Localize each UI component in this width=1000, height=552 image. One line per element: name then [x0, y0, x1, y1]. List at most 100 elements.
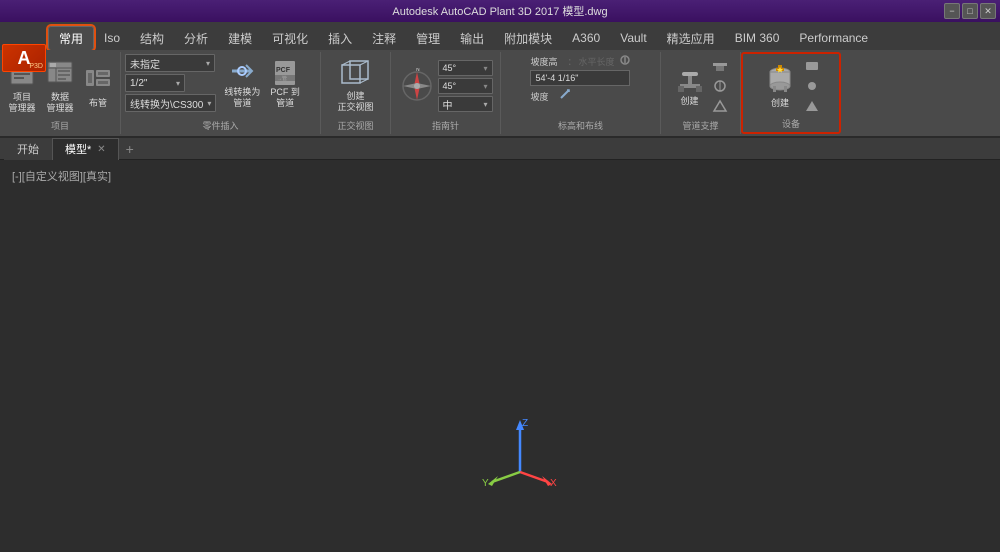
btn-创建正交视图[interactable]: 创建正交视图 — [333, 57, 377, 115]
btn-pcf-label: PCF 到管道 — [270, 87, 300, 109]
tab-model[interactable]: 模型* ✕ — [52, 138, 119, 160]
axis-widget: Z X Y — [480, 412, 560, 492]
svg-text:X: X — [550, 478, 557, 489]
tab-附加模块[interactable]: 附加模块 — [494, 26, 562, 50]
slope-label: 坡度 — [530, 90, 555, 103]
parts-combo-row3: 线转换为\CS300 ▾ — [125, 94, 216, 112]
elev-row-top: 坡度高 ： 水平长度 — [530, 54, 630, 68]
tab-start[interactable]: 开始 — [4, 138, 52, 160]
window-controls[interactable]: − □ ✕ — [944, 3, 996, 19]
tab-a360[interactable]: A360 — [562, 26, 610, 50]
group-正交视图-label: 正交视图 — [321, 119, 390, 132]
svg-text:Z: Z — [522, 418, 528, 429]
minimize-button[interactable]: − — [944, 3, 960, 19]
group-标高布线: 坡度高 ： 水平长度 54'-4 1/16" 坡度 — [501, 52, 661, 134]
tab-bar: 开始 模型* ✕ + — [0, 138, 1000, 160]
app-button[interactable]: A P3D — [2, 44, 46, 72]
tab-vault[interactable]: Vault — [610, 26, 656, 50]
pcf-icon: PCF →管 — [271, 57, 299, 87]
pipe-support-icon — [676, 66, 704, 96]
spec-dropdown[interactable]: 未指定 ▾ — [125, 54, 215, 72]
elev-row-value: 54'-4 1/16" — [530, 70, 630, 86]
ribbon-panel: 项目管理器 数据管理器 — [0, 50, 1000, 138]
btn-创建管道支撑-label: 创建 — [680, 96, 698, 107]
elevation-section: 坡度高 ： 水平长度 54'-4 1/16" 坡度 — [530, 54, 630, 118]
btn-线转换为管道[interactable]: 线转换为管道 — [220, 55, 264, 111]
sep-line: ： — [567, 55, 576, 68]
btn-线转换为管道-label: 线转换为管道 — [224, 87, 260, 109]
group-指南针: N 45° ▾ 45° ▾ 中 ▾ 指南针 — [391, 52, 501, 134]
line-value: 线转换为\CS300 — [130, 96, 203, 111]
compass-view-value: 中 — [443, 97, 453, 112]
group-正交视图: 创建正交视图 正交视图 — [321, 52, 391, 134]
equipment-icon — [764, 64, 796, 98]
pipe-convert-icon — [228, 57, 256, 87]
angle-inputs: 45° ▾ 45° ▾ 中 ▾ — [438, 60, 493, 112]
group-指南针-label: 指南针 — [391, 119, 500, 132]
btn-创建设备-label: 创建 — [771, 98, 789, 109]
svg-text:PCF: PCF — [276, 67, 291, 74]
btn-数据管理器[interactable]: 数据管理器 — [42, 56, 78, 116]
line-dropdown[interactable]: 线转换为\CS300 ▾ — [125, 94, 216, 112]
btn-创建正交视图-label: 创建正交视图 — [337, 91, 373, 113]
elevation-value[interactable]: 54'-4 1/16" — [530, 70, 630, 86]
btn-创建管道支撑[interactable]: 创建 — [672, 64, 708, 109]
group-标高布线-label: 标高和布线 — [501, 119, 660, 132]
parts-combo-row1: 未指定 ▾ — [125, 54, 216, 72]
btn-布管-label: 布管 — [89, 98, 107, 109]
tab-performance[interactable]: Performance — [789, 26, 878, 50]
tab-插入[interactable]: 插入 — [318, 26, 362, 50]
tab-注释[interactable]: 注释 — [362, 26, 406, 50]
btn-equipment-2[interactable] — [802, 77, 822, 95]
btn-equipment-1[interactable] — [802, 57, 822, 75]
tab-建模[interactable]: 建模 — [218, 26, 262, 50]
btn-创建设备[interactable]: 创建 — [760, 62, 800, 111]
tab-bim360[interactable]: BIM 360 — [725, 26, 790, 50]
group-设备: 创建 设备 — [741, 52, 841, 134]
btn-pipe-support-2[interactable] — [710, 77, 730, 95]
angle-1-value: 45° — [443, 63, 457, 73]
view-label: [-][自定义视图][真实] — [12, 168, 111, 184]
compass-widget: N — [399, 68, 435, 104]
angle-2[interactable]: 45° ▾ — [438, 78, 493, 94]
equipment-small-btns — [802, 57, 822, 115]
btn-pipe-support-1[interactable] — [710, 57, 730, 75]
btn-pipe-support-3[interactable] — [710, 97, 730, 115]
parts-combos: 未指定 ▾ 1/2" ▾ 线转换为\CS300 ▾ — [125, 54, 216, 126]
tab-model-close[interactable]: ✕ — [97, 144, 105, 155]
svg-text:Y: Y — [482, 478, 489, 489]
tab-输出[interactable]: 输出 — [450, 26, 494, 50]
parts-combo-row2: 1/2" ▾ — [125, 74, 216, 92]
tab-add-button[interactable]: + — [119, 138, 141, 160]
tab-model-label: 模型* — [65, 141, 91, 157]
pipe-support-small-btns — [710, 57, 730, 115]
group-项目-label: 项目 — [0, 119, 120, 132]
elevation-settings-btn[interactable] — [619, 54, 631, 68]
size-dropdown[interactable]: 1/2" ▾ — [125, 74, 185, 92]
btn-项目管理器-label: 项目管理器 — [8, 92, 35, 114]
btn-布管[interactable]: 布管 — [80, 62, 116, 111]
ribbon-spacer — [841, 52, 1000, 134]
compass-view-dropdown[interactable]: 中 ▾ — [438, 96, 493, 112]
btn-equipment-3[interactable] — [802, 97, 822, 115]
slope-height-sep: 水平长度 — [579, 55, 615, 68]
group-零件插入: 未指定 ▾ 1/2" ▾ 线转换为\CS300 ▾ — [121, 52, 321, 134]
slope-icon[interactable] — [559, 88, 573, 104]
maximize-button[interactable]: □ — [962, 3, 978, 19]
angle-1[interactable]: 45° ▾ — [438, 60, 493, 76]
close-button[interactable]: ✕ — [980, 3, 996, 19]
tab-可视化[interactable]: 可视化 — [262, 26, 318, 50]
title-bar: Autodesk AutoCAD Plant 3D 2017 模型.dwg − … — [0, 0, 1000, 22]
group-设备-label: 设备 — [743, 117, 839, 130]
btn-pcf-to-pipe[interactable]: PCF →管 PCF 到管道 — [266, 55, 304, 111]
tab-管理[interactable]: 管理 — [406, 26, 450, 50]
orthographic-icon — [340, 59, 370, 91]
canvas-area[interactable]: [-][自定义视图][真实] Z X Y — [0, 160, 1000, 552]
group-管道支撑: 创建 管道支撑 — [661, 52, 741, 134]
svg-text:→管: →管 — [277, 75, 287, 82]
data-manager-icon — [46, 58, 74, 90]
title-text: Autodesk AutoCAD Plant 3D 2017 模型.dwg — [392, 3, 607, 19]
布管-icon — [84, 64, 112, 96]
slope-height-label: 坡度高 — [530, 55, 565, 68]
tab-精选应用[interactable]: 精选应用 — [657, 26, 725, 50]
